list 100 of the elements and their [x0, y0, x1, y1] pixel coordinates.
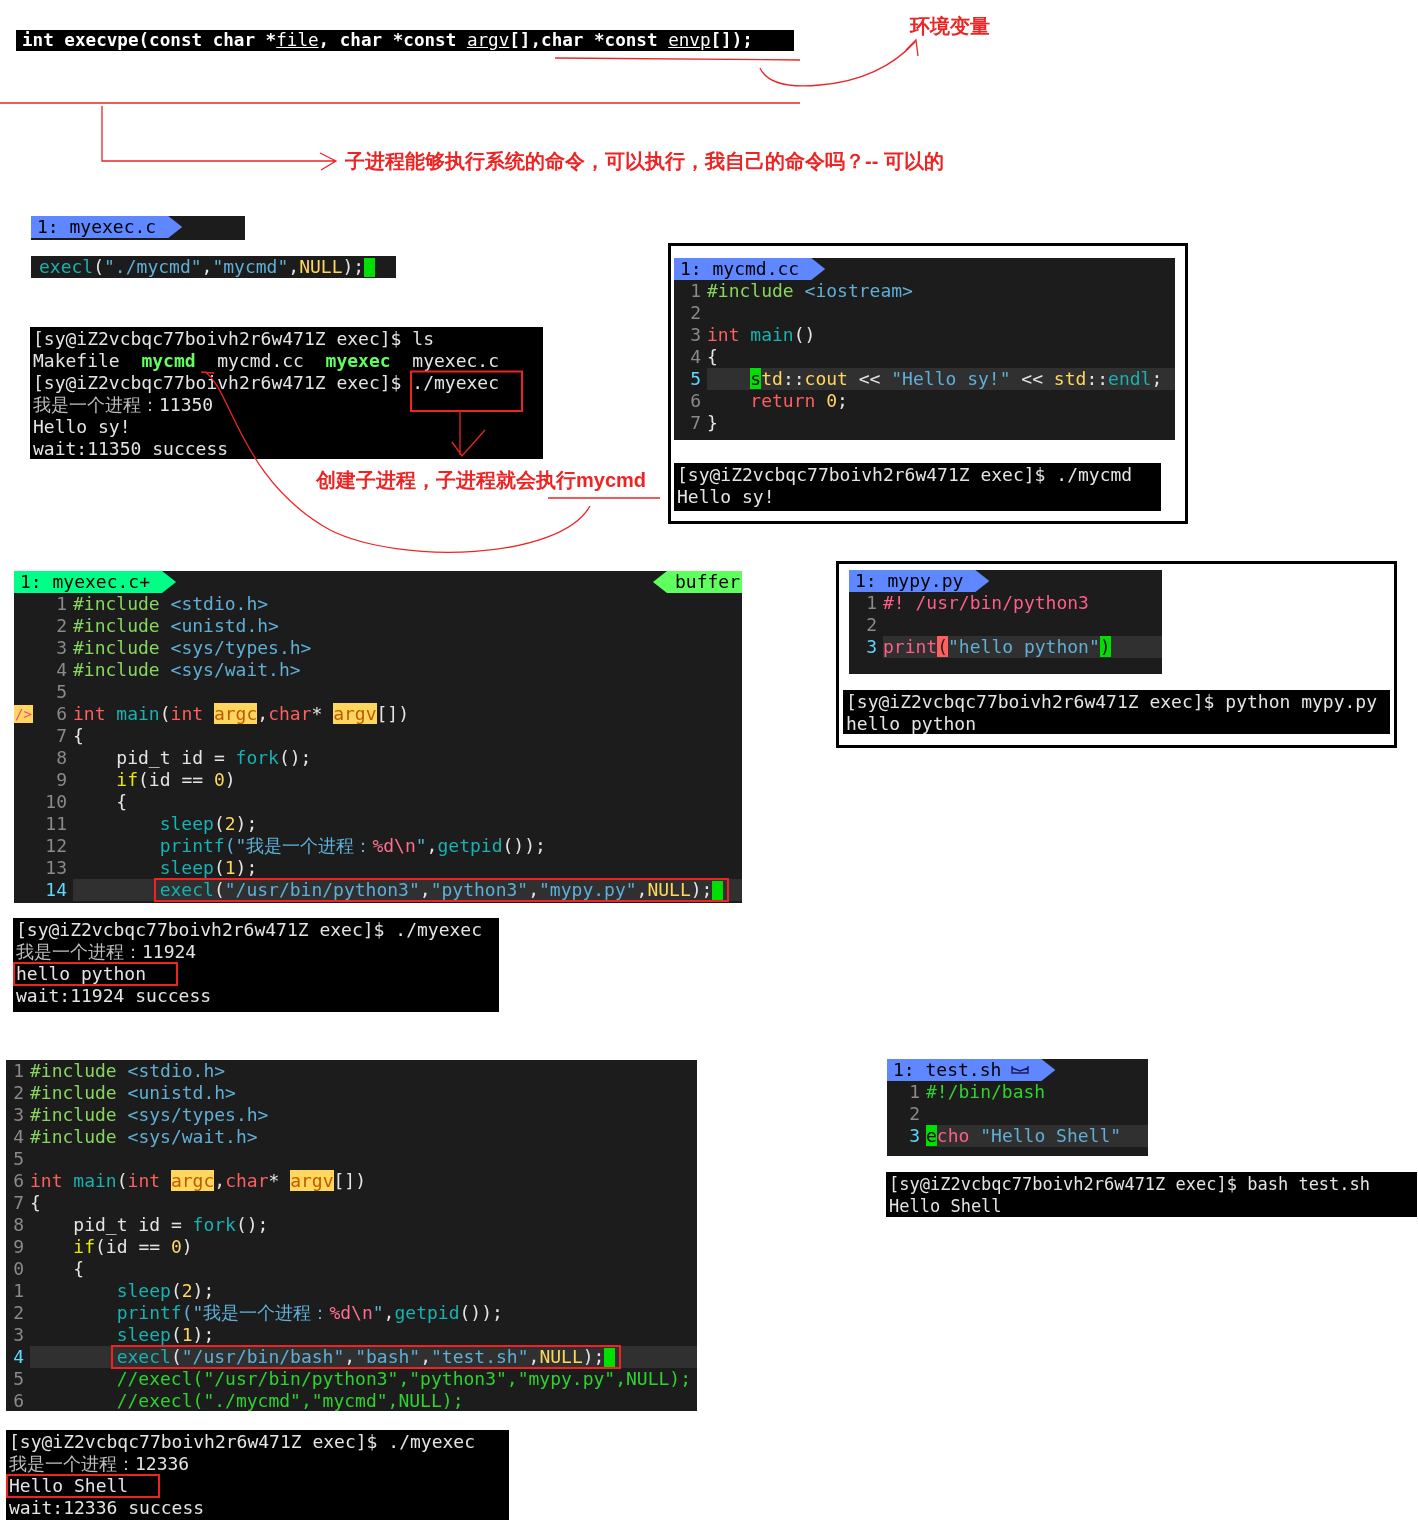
- line-number: 12: [45, 835, 67, 857]
- terminal-line: [sy@iZ2vcbqc77boivh2r6w471Z exec]$ ls: [33, 330, 434, 348]
- line-number: 5: [13, 1368, 24, 1390]
- terminal-line: hello python: [16, 965, 147, 983]
- line-number: 2: [13, 1082, 24, 1104]
- code-line: {: [116, 793, 128, 811]
- terminal-line: 我是一个进程：12336: [9, 1455, 190, 1473]
- code-line: {: [73, 1260, 85, 1278]
- line-number: 8: [13, 1214, 24, 1236]
- code-line: printf("我是一个进程：%d\n",getpid());: [159, 837, 546, 855]
- code-line: }: [707, 414, 718, 432]
- code-line: #include <sys/types.h>: [30, 1106, 269, 1124]
- terminal-line: Hello sy!: [33, 418, 131, 436]
- code-line: pid_t id = fork();: [73, 1216, 269, 1234]
- line-number: 1: [13, 1280, 24, 1302]
- line-number: 7: [690, 412, 701, 434]
- code-line: #include <stdio.h>: [73, 595, 269, 613]
- line-number: 3: [866, 636, 877, 658]
- line-number: 2: [56, 615, 67, 637]
- line-number: 0: [13, 1258, 24, 1280]
- terminal-line: wait:11350 success: [33, 440, 229, 458]
- code-line: #include <unistd.h>: [73, 617, 279, 635]
- code-line: #include <sys/wait.h>: [30, 1128, 258, 1146]
- line-number: 9: [56, 769, 67, 791]
- annotation-text: 环境变量: [910, 14, 990, 39]
- terminal-line: [sy@iZ2vcbqc77boivh2r6w471Z exec]$ python mypy.py: [846, 693, 1377, 711]
- line-number: 3: [13, 1324, 24, 1346]
- code-line: #include <sys/types.h>: [73, 639, 312, 657]
- line-number: 4: [690, 346, 701, 368]
- line-number: 4: [13, 1346, 24, 1368]
- editor-tab[interactable]: 1: mypy.py: [849, 570, 990, 592]
- line-number: 2: [866, 614, 877, 636]
- code-line: return 0;: [750, 392, 848, 410]
- code-line: execl("/usr/bin/bash","bash","test.sh",NULL);: [116, 1348, 605, 1366]
- code-line: if(id == 0): [116, 771, 236, 789]
- code-line: echo "Hello Shell": [926, 1127, 1122, 1145]
- line-number: 2: [909, 1103, 920, 1125]
- terminal-line: [sy@iZ2vcbqc77boivh2r6w471Z exec]$ ./myexec: [9, 1433, 475, 1451]
- code-line: #include <sys/wait.h>: [73, 661, 301, 679]
- code-line: //execl("./mycmd","mycmd",NULL);: [116, 1392, 464, 1410]
- editor-tab[interactable]: 1: test.sh: [887, 1059, 1056, 1081]
- code-line: execl("./mycmd","mycmd",NULL);: [39, 258, 365, 276]
- terminal-line: wait:11924 success: [16, 987, 212, 1005]
- function-signature: int execvpe(const char *file, char *const argv[],char *const envp[]);: [16, 30, 794, 51]
- code-line: if(id == 0): [73, 1238, 193, 1256]
- tray-icon: [1011, 1065, 1030, 1075]
- terminal-line: Hello sy!: [677, 488, 775, 506]
- terminal-line: [sy@iZ2vcbqc77boivh2r6w471Z exec]$ bash test.sh: [889, 1175, 1371, 1193]
- line-number: 2: [13, 1302, 24, 1324]
- line-number: 11: [45, 813, 67, 835]
- terminal-line: Hello Shell: [889, 1197, 1002, 1215]
- terminal-line: [sy@iZ2vcbqc77boivh2r6w471Z exec]$ ./mycmd: [677, 466, 1133, 484]
- editor-tab[interactable]: 1: myexec.c+: [14, 571, 177, 593]
- line-number: 7: [13, 1192, 24, 1214]
- line-number: 14: [45, 879, 67, 901]
- editor-tab[interactable]: buffer: [652, 571, 742, 593]
- line-number: 5: [56, 681, 67, 703]
- code-line: execl("/usr/bin/python3","python3","mypy.py",NULL);: [159, 881, 713, 899]
- line-number: 1: [866, 592, 877, 614]
- line-number: 6: [13, 1390, 24, 1411]
- line-number: 3: [56, 637, 67, 659]
- line-number: 3: [909, 1125, 920, 1147]
- line-number: 6: [690, 390, 701, 412]
- line-number: 13: [45, 857, 67, 879]
- line-number: 5: [690, 368, 701, 390]
- line-number: 3: [690, 324, 701, 346]
- code-line: {: [73, 727, 84, 745]
- code-line: #include <iostream>: [707, 282, 913, 300]
- sign-marker: />: [14, 705, 33, 723]
- code-line: sleep(1);: [116, 1326, 215, 1344]
- code-line: int main(): [707, 326, 816, 344]
- line-number: 4: [56, 659, 67, 681]
- terminal-line: Makefile mycmd mycmd.cc myexec myexec.c: [33, 352, 499, 370]
- code-line: sleep(2);: [159, 815, 258, 833]
- annotation-text: 子进程能够执行系统的命令，可以执行，我自己的命令吗？-- 可以的: [345, 149, 944, 174]
- code-line: #include <unistd.h>: [30, 1084, 236, 1102]
- line-number: 5: [13, 1148, 24, 1170]
- code-line: int main(int argc,char* argv[]): [73, 705, 410, 723]
- line-number: 4: [13, 1126, 24, 1148]
- code-line: {: [30, 1194, 41, 1212]
- editor-tab[interactable]: 1: mycmd.cc: [674, 258, 826, 280]
- line-number: 1: [909, 1081, 920, 1103]
- line-number: 8: [56, 747, 67, 769]
- terminal-line: [sy@iZ2vcbqc77boivh2r6w471Z exec]$ ./myexec: [16, 921, 482, 939]
- code-line: printf("我是一个进程：%d\n",getpid());: [116, 1304, 503, 1322]
- line-number: 1: [56, 593, 67, 615]
- code-line: #!/bin/bash: [926, 1083, 1046, 1101]
- line-number: 1: [690, 280, 701, 302]
- terminal-line: Hello Shell: [9, 1477, 129, 1495]
- line-number: 6: [56, 703, 67, 725]
- annotation-text: 创建子进程，子进程就会执行mycmd: [316, 468, 647, 493]
- code-line: int main(int argc,char* argv[]): [30, 1172, 367, 1190]
- line-number: 2: [690, 302, 701, 324]
- terminal-line: 我是一个进程：11350: [33, 396, 214, 414]
- editor-tab[interactable]: 1: myexec.c: [31, 216, 183, 238]
- code-line: sleep(1);: [159, 859, 258, 877]
- line-number: 9: [13, 1236, 24, 1258]
- line-number: 3: [13, 1104, 24, 1126]
- code-line: sleep(2);: [116, 1282, 215, 1300]
- code-line: pid_t id = fork();: [116, 749, 312, 767]
